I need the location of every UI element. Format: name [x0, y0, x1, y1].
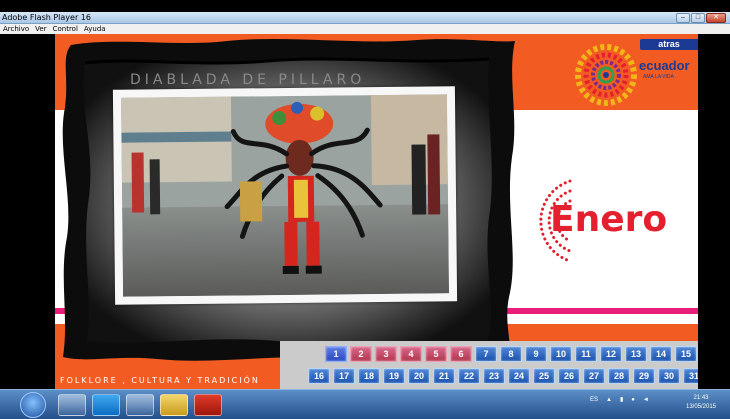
days-row-2: 16 17 18 19 20 21 22 23 24 25 26 27 28 29 30 31: [308, 368, 698, 384]
day-button-25[interactable]: 25: [533, 368, 555, 384]
system-tray: ES ▲ ▮ ● ◄: [590, 396, 649, 404]
day-button-1[interactable]: 1: [325, 346, 347, 362]
media-center-icon[interactable]: [126, 394, 154, 416]
start-orb-icon[interactable]: [20, 392, 46, 418]
menu-archivo[interactable]: Archivo: [3, 24, 29, 34]
day-button-17[interactable]: 17: [333, 368, 355, 384]
day-button-21[interactable]: 21: [433, 368, 455, 384]
day-button-12[interactable]: 12: [600, 346, 622, 362]
ecuador-sun-logo: [575, 44, 637, 106]
ecuador-logo-text: ecuador: [639, 58, 690, 73]
day-button-6[interactable]: 6: [450, 346, 472, 362]
clock-time: 21:43: [693, 395, 709, 401]
day-button-13[interactable]: 13: [625, 346, 647, 362]
minimize-button[interactable]: –: [676, 13, 690, 23]
skype-icon[interactable]: [92, 394, 120, 416]
network-icon[interactable]: ▮: [620, 396, 623, 403]
day-button-2[interactable]: 2: [350, 346, 372, 362]
day-button-5[interactable]: 5: [425, 346, 447, 362]
maximize-button[interactable]: □: [691, 13, 705, 23]
close-button[interactable]: ✕: [706, 13, 726, 23]
menu-ayuda[interactable]: Ayuda: [84, 24, 106, 34]
footer-caption: FOLKLORE , CULTURA Y TRADICIÓN: [60, 376, 260, 385]
day-button-15[interactable]: 15: [675, 346, 697, 362]
flash-player-icon[interactable]: [194, 394, 222, 416]
back-button[interactable]: atras: [640, 39, 698, 50]
day-button-23[interactable]: 23: [483, 368, 505, 384]
month-title: Enero: [550, 199, 668, 240]
day-button-29[interactable]: 29: [633, 368, 655, 384]
day-button-26[interactable]: 26: [558, 368, 580, 384]
menu-ver[interactable]: Ver: [35, 24, 46, 34]
event-title: DIABLADA DE PILLARO: [130, 72, 366, 88]
volume-icon[interactable]: ◄: [643, 397, 649, 403]
days-row-1: 1 2 3 4 5 6 7 8 9 10 11 12 13 14 15: [325, 346, 697, 362]
day-button-3[interactable]: 3: [375, 346, 397, 362]
day-button-14[interactable]: 14: [650, 346, 672, 362]
windows-explorer-icon[interactable]: [58, 394, 86, 416]
day-button-20[interactable]: 20: [408, 368, 430, 384]
flash-stage: DIABLADA DE PILLARO atras ecuador AMA LA…: [0, 34, 730, 389]
day-button-9[interactable]: 9: [525, 346, 547, 362]
day-button-8[interactable]: 8: [500, 346, 522, 362]
day-button-30[interactable]: 30: [658, 368, 680, 384]
photo-card: [112, 86, 458, 305]
file-folder-icon[interactable]: [160, 394, 188, 416]
day-button-28[interactable]: 28: [608, 368, 630, 384]
language-indicator[interactable]: ES: [590, 397, 598, 403]
screen: Adobe Flash Player 16 – □ ✕ Archivo Ver …: [0, 0, 730, 419]
day-button-4[interactable]: 4: [400, 346, 422, 362]
day-button-11[interactable]: 11: [575, 346, 597, 362]
clock[interactable]: 21:43 13/05/2015: [681, 394, 721, 412]
window-title: Adobe Flash Player 16: [2, 13, 91, 22]
day-button-31[interactable]: 31: [683, 368, 698, 384]
window-controls: – □ ✕: [676, 12, 726, 24]
day-button-18[interactable]: 18: [358, 368, 380, 384]
day-button-27[interactable]: 27: [583, 368, 605, 384]
menu-bar: Archivo Ver Control Ayuda: [0, 24, 730, 34]
clock-date: 13/05/2015: [685, 404, 717, 410]
day-button-22[interactable]: 22: [458, 368, 480, 384]
day-button-24[interactable]: 24: [508, 368, 530, 384]
day-selector-panel: 1 2 3 4 5 6 7 8 9 10 11 12 13 14 15 16 17 18 19 20 21 22 23 24…: [280, 341, 698, 389]
antivirus-icon[interactable]: ●: [631, 397, 635, 403]
menu-control[interactable]: Control: [53, 24, 78, 34]
window-titlebar[interactable]: Adobe Flash Player 16 – □ ✕: [0, 12, 730, 24]
diablada-photo: [120, 94, 450, 297]
windows-taskbar: ES ▲ ▮ ● ◄ 21:43 13/05/2015: [0, 389, 730, 419]
day-button-7[interactable]: 7: [475, 346, 497, 362]
ecuador-logo-tagline: AMA LA VIDA: [643, 74, 674, 80]
day-button-16[interactable]: 16: [308, 368, 330, 384]
day-button-19[interactable]: 19: [383, 368, 405, 384]
calendar-page: DIABLADA DE PILLARO atras ecuador AMA LA…: [55, 34, 698, 389]
tray-arrow-icon[interactable]: ▲: [606, 397, 612, 403]
day-button-10[interactable]: 10: [550, 346, 572, 362]
